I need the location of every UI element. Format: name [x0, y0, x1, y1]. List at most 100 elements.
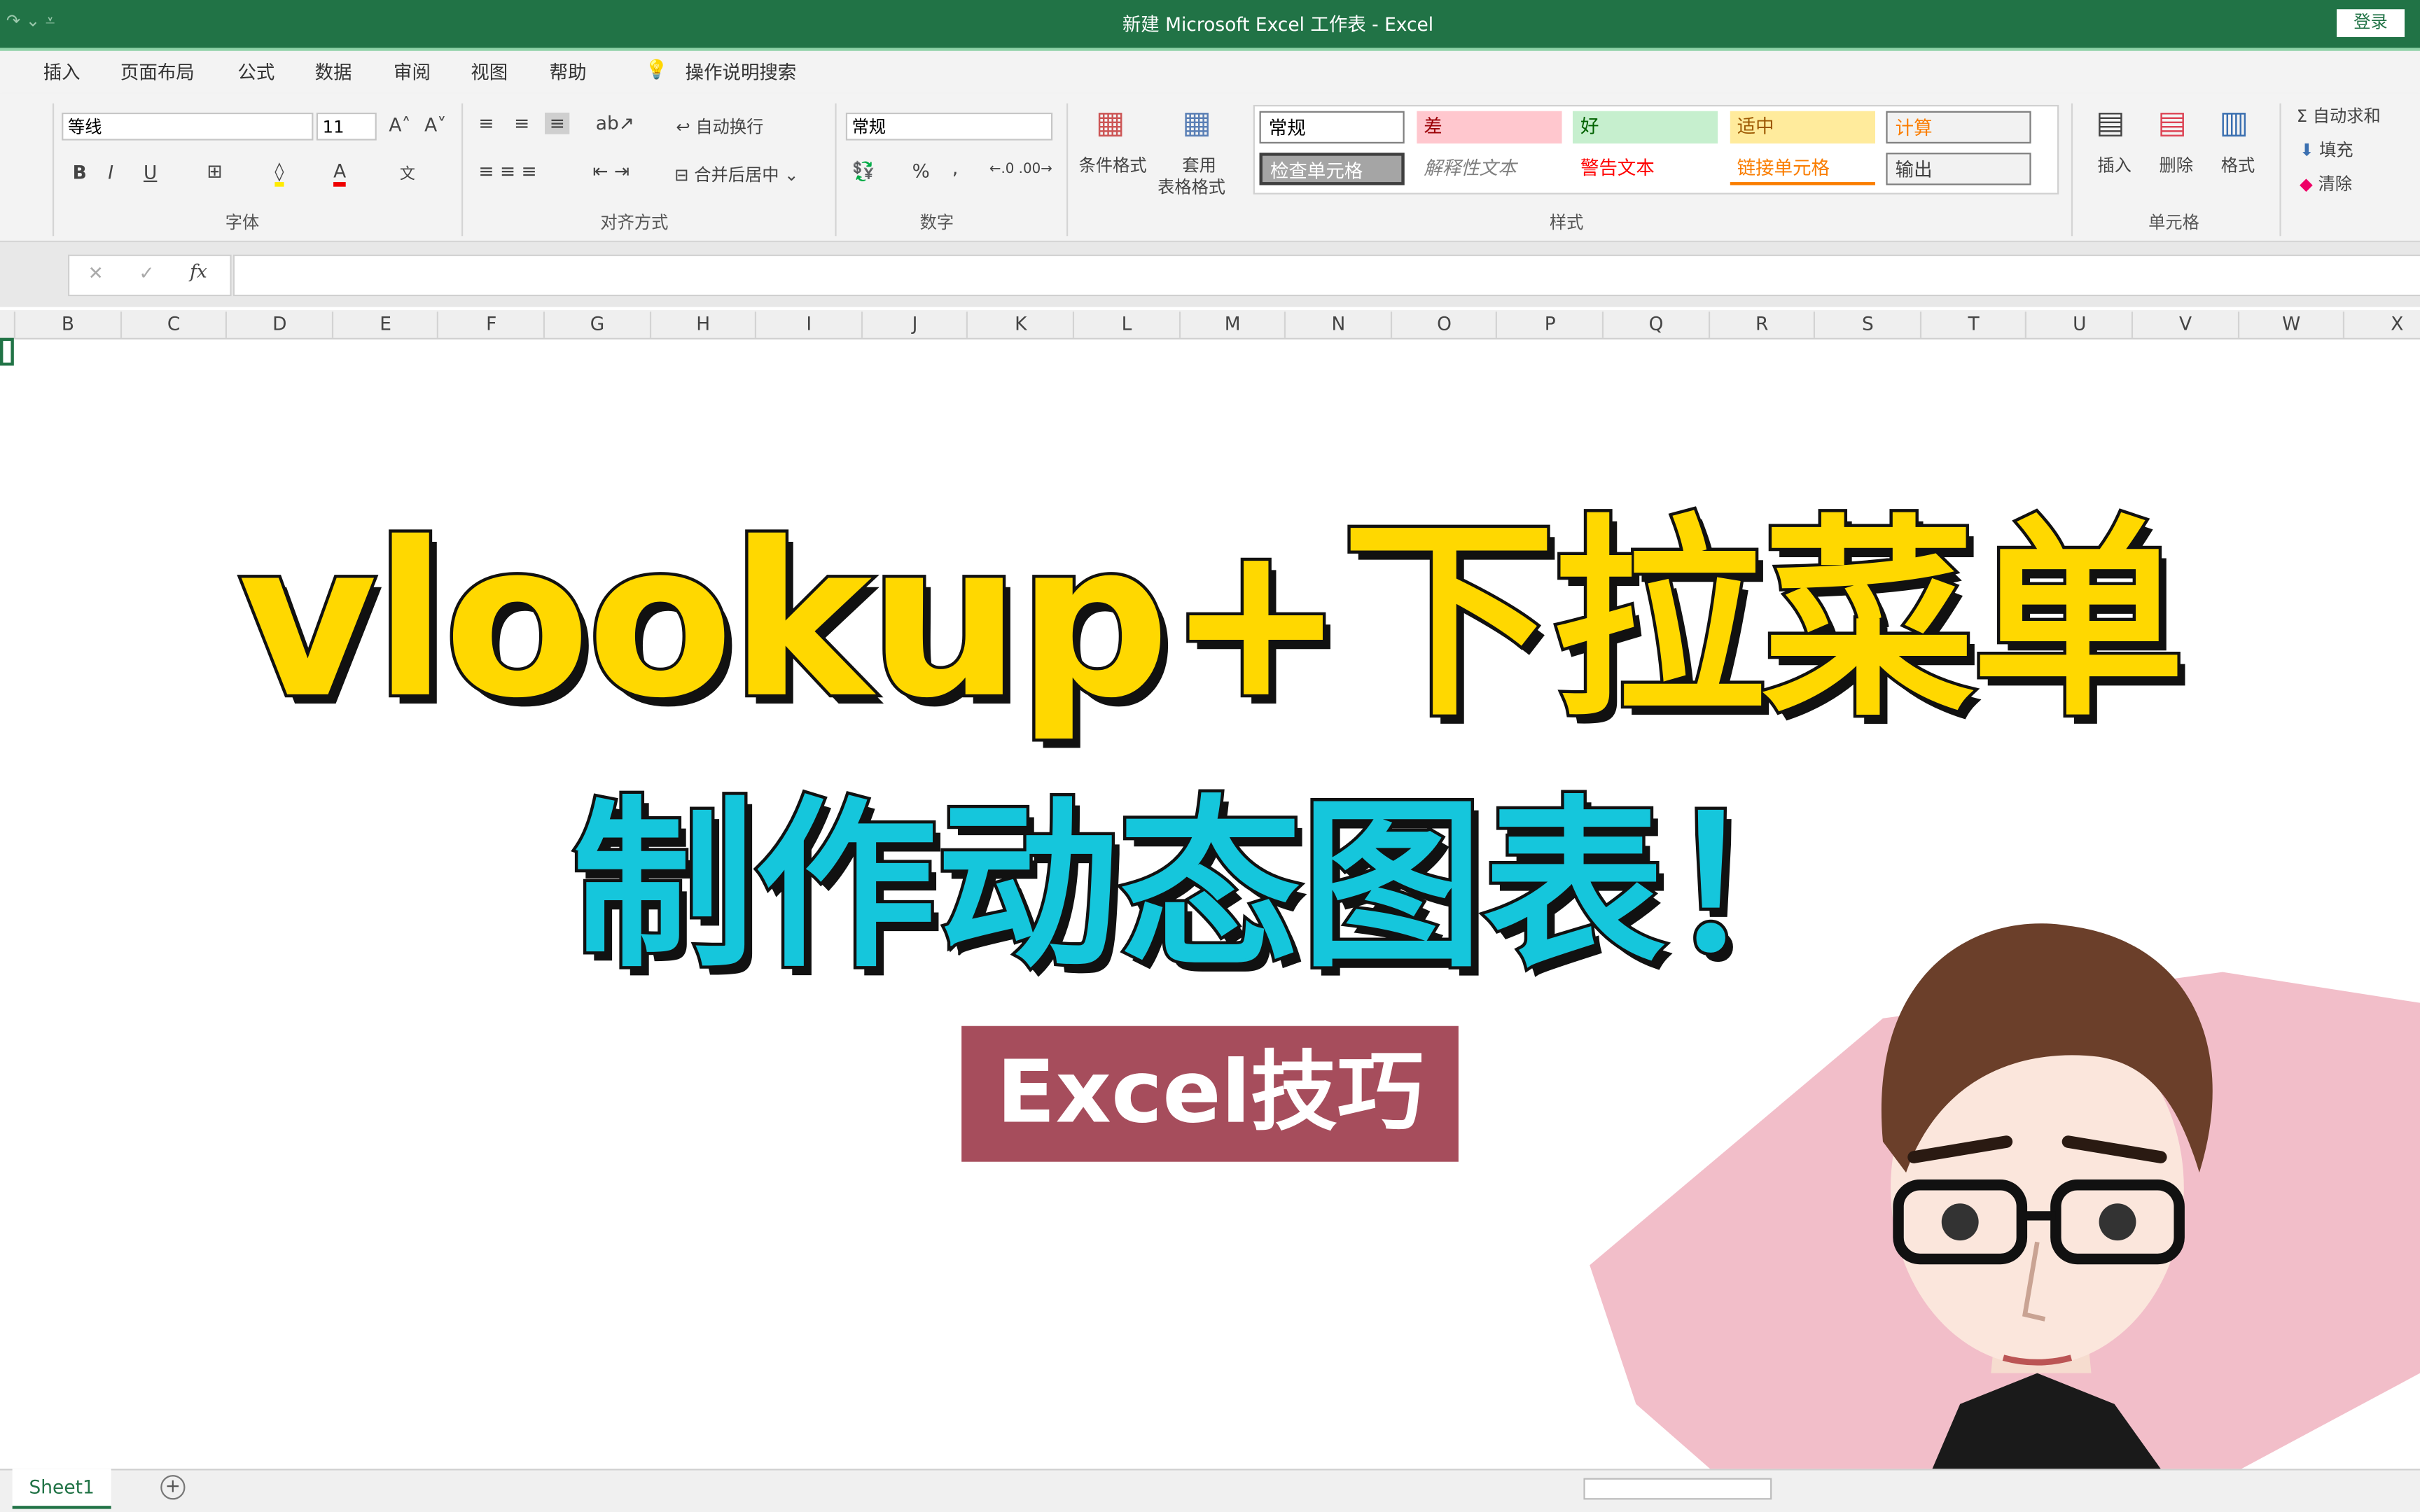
conditional-format-button[interactable]: 条件格式 — [1079, 153, 1147, 177]
column-header-M[interactable]: M — [1178, 312, 1285, 338]
autosum-label: 自动求和 — [2312, 106, 2381, 127]
formula-input[interactable] — [232, 254, 2420, 297]
column-header-F[interactable]: F — [437, 312, 544, 338]
column-header-G[interactable]: G — [543, 312, 650, 338]
cell-style-1[interactable]: 差 — [1416, 111, 1562, 144]
sheet-tab[interactable]: Sheet1 — [12, 1469, 111, 1509]
currency-icon[interactable]: 💱 — [852, 160, 875, 182]
horizontal-scrollbar[interactable] — [1583, 1478, 1772, 1500]
add-sheet-icon[interactable]: + — [160, 1475, 186, 1500]
column-header-D[interactable]: D — [225, 312, 332, 338]
headline-overlay: vlookup+下拉菜单 — [235, 493, 2188, 748]
cell-style-0[interactable]: 常规 — [1259, 111, 1405, 144]
clear-label: 清除 — [2318, 174, 2352, 195]
group-font-label: 字体 — [225, 213, 260, 233]
tab-data[interactable]: 数据 — [315, 59, 352, 85]
orientation-icon[interactable]: ab↗ — [596, 113, 634, 134]
tell-me-search[interactable]: 操作说明搜索 — [686, 59, 797, 85]
comma-button[interactable]: , — [952, 158, 958, 179]
column-header-K[interactable]: K — [966, 312, 1073, 338]
column-header-H[interactable]: H — [649, 312, 756, 338]
column-header-X[interactable]: X — [2343, 312, 2420, 338]
format-cells-icon: ▥ — [2219, 103, 2249, 141]
group-styles-label: 样式 — [1549, 213, 1584, 233]
column-header-I[interactable]: I — [755, 312, 861, 338]
column-header-E[interactable]: E — [331, 312, 438, 338]
column-header-C[interactable]: C — [120, 312, 226, 338]
decimal-icons[interactable]: ←.0 .00→ — [989, 162, 1052, 177]
badge-overlay: Excel技巧 — [961, 1026, 1459, 1162]
bold-button[interactable]: B — [73, 162, 87, 183]
login-button[interactable]: 登录 — [2337, 9, 2405, 37]
phonetic-icon[interactable]: 文 — [400, 160, 415, 183]
decrease-font-icon[interactable]: A˅ — [424, 114, 446, 136]
tab-view[interactable]: 视图 — [471, 59, 508, 85]
conditional-format-icon: ▦ — [1095, 103, 1125, 141]
cell-style-3[interactable]: 适中 — [1729, 111, 1875, 144]
percent-button[interactable]: % — [912, 160, 930, 182]
fill-label: 填充 — [2319, 140, 2353, 161]
tab-page-layout[interactable]: 页面布局 — [120, 59, 195, 85]
wrap-text-button[interactable]: ↩ 自动换行 — [676, 114, 763, 139]
insert-function-icon[interactable]: fx — [190, 260, 207, 282]
lightbulb-icon: 💡 — [645, 58, 669, 80]
merge-center-button[interactable]: ⊟ 合并后居中 ⌄ — [674, 162, 798, 186]
fill-color-icon[interactable]: ◊ — [274, 160, 284, 187]
column-header-R[interactable]: R — [1708, 312, 1814, 338]
cell-style-6[interactable]: 解释性文本 — [1416, 153, 1562, 186]
cell-style-5[interactable]: 检查单元格 — [1259, 153, 1405, 186]
cell-style-7[interactable]: 警告文本 — [1572, 153, 1718, 186]
cancel-icon[interactable]: ✕ — [88, 262, 104, 284]
column-header-P[interactable]: P — [1496, 312, 1603, 338]
formula-buttons: ✕ ✓ fx — [67, 254, 232, 297]
fill-button[interactable]: ⬇ 填充 — [2300, 137, 2353, 162]
cell-style-8[interactable]: 链接单元格 — [1729, 153, 1875, 186]
column-header-B[interactable]: B — [13, 312, 120, 338]
insert-cells-button[interactable]: 插入 — [2097, 153, 2131, 177]
delete-cells-button[interactable]: 删除 — [2160, 153, 2193, 177]
cell-style-9[interactable]: 输出 — [1886, 153, 2031, 186]
column-header-S[interactable]: S — [1814, 312, 1920, 338]
column-header-U[interactable]: U — [2025, 312, 2132, 338]
indent-icon[interactable]: ⇤ ⇥ — [592, 160, 630, 182]
clear-button[interactable]: ◆ 清除 — [2300, 172, 2352, 196]
font-size-select[interactable]: 11 — [316, 112, 377, 141]
column-header-J[interactable]: J — [861, 312, 967, 338]
autosum-button[interactable]: Σ 自动求和 — [2297, 104, 2381, 128]
title-bar: ↷ ⌄ ⩡ 新建 Microsoft Excel 工作表 - Excel 登录 — [0, 0, 2420, 51]
cell-style-2[interactable]: 好 — [1572, 111, 1718, 144]
increase-font-icon[interactable]: A˄ — [389, 114, 410, 136]
font-name-select[interactable]: 等线 — [62, 112, 314, 141]
font-color-icon[interactable]: A — [333, 160, 347, 187]
column-header-N[interactable]: N — [1284, 312, 1391, 338]
active-cell[interactable] — [0, 337, 14, 366]
tab-insert[interactable]: 插入 — [43, 59, 81, 85]
enter-icon[interactable]: ✓ — [139, 262, 154, 284]
insert-cells-icon: ▤ — [2096, 103, 2125, 141]
align-middle-icon[interactable]: ≡ — [514, 113, 529, 134]
align-left-icon[interactable]: ≡ ≡ ≡ — [478, 160, 536, 182]
tab-review[interactable]: 审阅 — [394, 59, 431, 85]
window-title: 新建 Microsoft Excel 工作表 - Excel — [1122, 13, 1434, 36]
ribbon-tabs: 插入 页面布局 公式 数据 审阅 视图 帮助 💡 操作说明搜索 — [0, 50, 2420, 94]
table-format-label-2[interactable]: 表格格式 — [1157, 174, 1225, 199]
cell-style-4[interactable]: 计算 — [1886, 111, 2031, 144]
group-cells-label: 单元格 — [2148, 213, 2199, 233]
sheet-tab-bar — [0, 1469, 2420, 1512]
column-header-V[interactable]: V — [2131, 312, 2238, 338]
column-header-T[interactable]: T — [1919, 312, 2026, 338]
excel-window: ↷ ⌄ ⩡ 新建 Microsoft Excel 工作表 - Excel 登录 … — [0, 0, 2420, 1512]
format-cells-button[interactable]: 格式 — [2221, 153, 2255, 177]
column-header-W[interactable]: W — [2237, 312, 2344, 338]
tab-help[interactable]: 帮助 — [550, 59, 587, 85]
number-format-select[interactable]: 常规 — [845, 112, 1053, 141]
column-header-O[interactable]: O — [1390, 312, 1496, 338]
underline-button[interactable]: U — [144, 162, 157, 183]
column-header-Q[interactable]: Q — [1601, 312, 1709, 338]
align-top-icon[interactable]: ≡ — [478, 113, 494, 134]
align-bottom-icon[interactable]: ≡ — [545, 112, 570, 134]
italic-button[interactable]: I — [108, 162, 113, 183]
tab-formulas[interactable]: 公式 — [237, 59, 274, 85]
column-header-L[interactable]: L — [1072, 312, 1179, 338]
border-icon[interactable]: ⊞ — [207, 160, 222, 182]
